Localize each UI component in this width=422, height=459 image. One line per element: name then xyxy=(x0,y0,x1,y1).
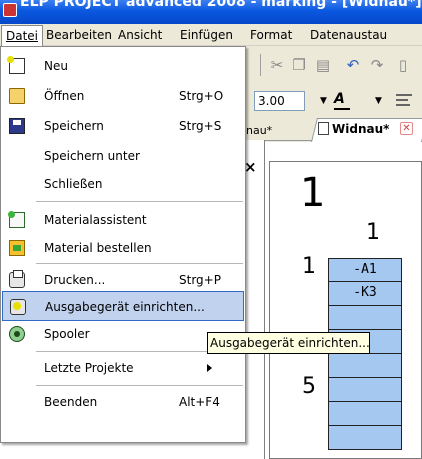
menu-separator xyxy=(36,263,243,264)
new-document-icon xyxy=(7,56,25,74)
menu-datenaustausch[interactable]: Datenaustau xyxy=(310,28,387,42)
menu-separator xyxy=(36,201,243,202)
menu-datei-label: Datei xyxy=(6,29,39,43)
close-tab-icon[interactable]: ✕ xyxy=(400,122,413,135)
menu-item-speichern[interactable]: Speichern Strg+S xyxy=(2,111,244,141)
toolbar-separator xyxy=(260,54,261,76)
menu-item-label: Material bestellen xyxy=(44,241,152,255)
menu-item-material-bestellen[interactable]: Material bestellen xyxy=(2,233,244,263)
tab-document-1[interactable]: nau* xyxy=(246,124,272,137)
menu-item-beenden[interactable]: Beenden Alt+F4 xyxy=(2,387,244,417)
label-cell[interactable]: -K3 xyxy=(328,282,402,306)
label-cell[interactable] xyxy=(328,402,402,426)
menu-ansicht[interactable]: Ansicht xyxy=(118,28,162,42)
menu-einfuegen[interactable]: Einfügen xyxy=(180,28,233,42)
menu-item-label: Schließen xyxy=(44,177,103,191)
menu-item-label: Speichern unter xyxy=(44,149,140,163)
menu-bearbeiten[interactable]: Bearbeiten xyxy=(46,28,112,42)
row-number: 5 xyxy=(302,374,316,399)
window-title: ELP PROJECT advanced 2008 - marking - [W… xyxy=(20,0,422,10)
size-field[interactable]: 3.00 xyxy=(254,91,305,111)
menu-item-letzte-projekte[interactable]: Letzte Projekte xyxy=(2,353,244,383)
menu-format[interactable]: Format xyxy=(250,28,292,42)
column-number: 1 xyxy=(366,220,380,245)
label-cell[interactable] xyxy=(328,378,402,402)
menu-item-materialassistent[interactable]: Materialassistent xyxy=(2,205,244,235)
menu-item-label: Speichern xyxy=(44,119,104,133)
row-number: 1 xyxy=(302,254,316,279)
menu-item-shortcut: Strg+O xyxy=(179,89,224,103)
printer-icon xyxy=(9,270,25,288)
label-cells: -A1 -K3 xyxy=(328,258,402,450)
menu-item-label: Beenden xyxy=(44,395,98,409)
document-icon xyxy=(318,122,329,135)
undo-icon[interactable]: ↶ xyxy=(344,56,362,74)
menu-item-oeffnen[interactable]: Öffnen Strg+O xyxy=(2,81,244,111)
menu-item-label: Öffnen xyxy=(44,89,85,103)
paste-icon[interactable]: ▤ xyxy=(314,56,332,74)
menu-item-label: Neu xyxy=(44,59,68,73)
menu-datei[interactable]: Datei xyxy=(1,25,44,46)
menu-item-ausgabegeraet-einrichten[interactable]: Ausgabegerät einrichten... xyxy=(2,291,244,321)
label-cell[interactable] xyxy=(328,306,402,330)
menu-item-schliessen[interactable]: Schließen xyxy=(2,169,244,199)
copy-icon[interactable]: ❐ xyxy=(290,56,308,74)
menu-item-label: Ausgabegerät einrichten... xyxy=(45,300,205,314)
spooler-icon xyxy=(9,326,25,342)
sheet-number: 1 xyxy=(300,170,326,216)
menu-item-shortcut: Strg+S xyxy=(179,119,222,133)
floppy-save-icon xyxy=(9,118,25,134)
line-style-icon[interactable]: A xyxy=(334,91,350,110)
size-dropdown-arrow-icon[interactable]: ▼ xyxy=(320,96,327,106)
menu-item-speichern-unter[interactable]: Speichern unter xyxy=(2,141,244,171)
label-cell[interactable] xyxy=(328,354,402,378)
menu-item-label: Letzte Projekte xyxy=(44,361,134,375)
order-icon xyxy=(9,240,25,256)
redo-icon[interactable]: ↷ xyxy=(368,56,386,74)
menu-separator xyxy=(36,385,243,386)
menu-item-label: Drucken... xyxy=(44,273,106,287)
menu-item-neu[interactable]: Neu xyxy=(2,51,244,81)
title-bar: ELP PROJECT advanced 2008 - marking - [W… xyxy=(0,0,422,24)
printer-setup-icon xyxy=(10,299,26,315)
menu-item-label: Spooler xyxy=(44,327,90,341)
menu-bar: Datei Bearbeiten Ansicht Einfügen Format… xyxy=(0,24,422,46)
open-folder-icon xyxy=(9,88,25,104)
submenu-arrow-icon xyxy=(207,364,212,372)
line-dropdown-arrow-icon[interactable]: ▼ xyxy=(375,96,382,106)
tab-document-2[interactable]: Widnau* xyxy=(318,122,389,136)
cut-icon[interactable]: ✂ xyxy=(268,56,286,74)
wizard-icon xyxy=(8,211,25,228)
label-cell[interactable] xyxy=(328,426,402,450)
tab-document-2-label: Widnau* xyxy=(332,122,390,136)
menu-item-shortcut: Alt+F4 xyxy=(179,395,220,409)
menu-item-label: Materialassistent xyxy=(44,213,147,227)
file-menu: Neu Öffnen Strg+O Speichern Strg+S Speic… xyxy=(0,46,246,443)
more-toolbar-icon[interactable]: ▯ xyxy=(394,56,412,74)
tooltip: Ausgabegerät einrichten... xyxy=(207,332,370,354)
label-cell[interactable]: -A1 xyxy=(328,258,402,282)
align-icon[interactable] xyxy=(396,94,412,108)
app-icon xyxy=(3,3,17,17)
menu-item-shortcut: Strg+P xyxy=(179,273,221,287)
